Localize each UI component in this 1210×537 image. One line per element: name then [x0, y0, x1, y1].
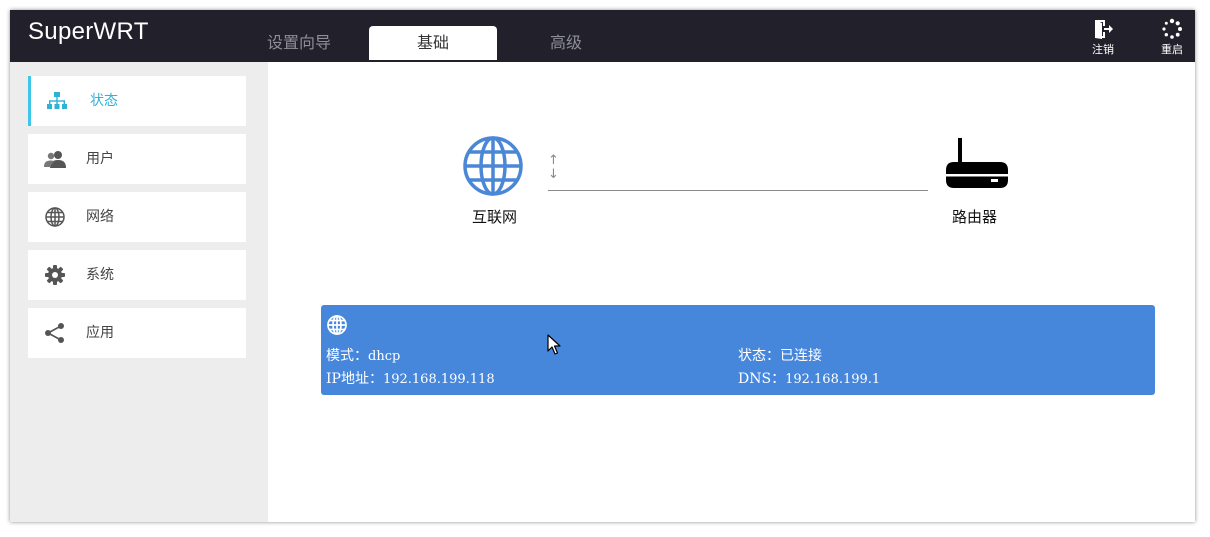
main-content: 互联网 ↑ ↓ 路由器 模式：dhcp IP地址：192.168.199.118… [268, 62, 1195, 522]
reboot-button[interactable]: 重启 [1152, 18, 1192, 57]
sidebar-item-label: 系统 [86, 267, 114, 283]
traffic-arrows: ↑ ↓ [548, 154, 559, 182]
internet-label: 互联网 [472, 208, 518, 226]
tab-basic[interactable]: 基础 [369, 26, 497, 60]
sidebar-item-label: 网络 [86, 209, 114, 225]
sidebar-item-apps[interactable]: 应用 [28, 308, 246, 358]
reboot-label: 重启 [1161, 43, 1183, 56]
ip-label: IP地址： [326, 371, 383, 387]
dns-label: DNS： [738, 371, 786, 387]
ip-value: 192.168.199.118 [382, 372, 495, 387]
router-label: 路由器 [952, 208, 998, 226]
mode-label: 模式： [326, 348, 368, 364]
router-icon[interactable] [944, 138, 1010, 190]
sidebar-item-label: 应用 [86, 325, 114, 341]
status-label: 状态： [738, 348, 780, 364]
app-title: SuperWRT [28, 18, 149, 45]
sitemap-icon [47, 92, 67, 109]
wan-status: 状态：已连接 [738, 345, 822, 365]
status-value: 已连接 [780, 348, 822, 364]
sidebar-item-status[interactable]: 状态 [28, 76, 246, 126]
wan-mode: 模式：dhcp [326, 345, 400, 365]
sidebar-item-network[interactable]: 网络 [28, 192, 246, 242]
logout-label: 注销 [1092, 43, 1114, 56]
tab-advanced[interactable]: 高级 [502, 26, 630, 60]
sidebar-item-label: 状态 [90, 93, 118, 109]
dns-value: 192.168.199.1 [785, 372, 881, 387]
wan-dns: DNS：192.168.199.1 [738, 368, 880, 388]
users-icon [44, 151, 66, 168]
spinner-icon [1162, 18, 1182, 39]
download-arrow-icon: ↓ [548, 167, 559, 182]
mode-value: dhcp [368, 349, 401, 364]
sidebar: 状态 用户 网络 系统 应用 [10, 62, 268, 522]
wan-ip: IP地址：192.168.199.118 [326, 368, 495, 388]
mouse-cursor-icon [547, 334, 561, 355]
logout-icon [1095, 20, 1113, 39]
wan-info-panel: 模式：dhcp IP地址：192.168.199.118 状态：已连接 DNS：… [321, 305, 1155, 395]
sidebar-item-system[interactable]: 系统 [28, 250, 246, 300]
sidebar-item-users[interactable]: 用户 [28, 134, 246, 184]
sidebar-item-label: 用户 [86, 151, 114, 167]
share-icon [45, 323, 64, 343]
internet-globe-icon[interactable] [462, 135, 524, 197]
app-window: SuperWRT 设置向导 基础 高级 注销 重启 状态 用户 网络 系统 应用… [10, 10, 1195, 522]
connection-line [548, 190, 928, 191]
upload-arrow-icon: ↑ [548, 153, 559, 168]
tab-setup-wizard[interactable]: 设置向导 [235, 26, 363, 60]
globe-icon [327, 315, 347, 335]
logout-button[interactable]: 注销 [1083, 18, 1123, 57]
gear-icon [45, 265, 65, 285]
globe-icon [45, 207, 65, 227]
top-bar: SuperWRT 设置向导 基础 高级 注销 重启 [10, 10, 1195, 62]
